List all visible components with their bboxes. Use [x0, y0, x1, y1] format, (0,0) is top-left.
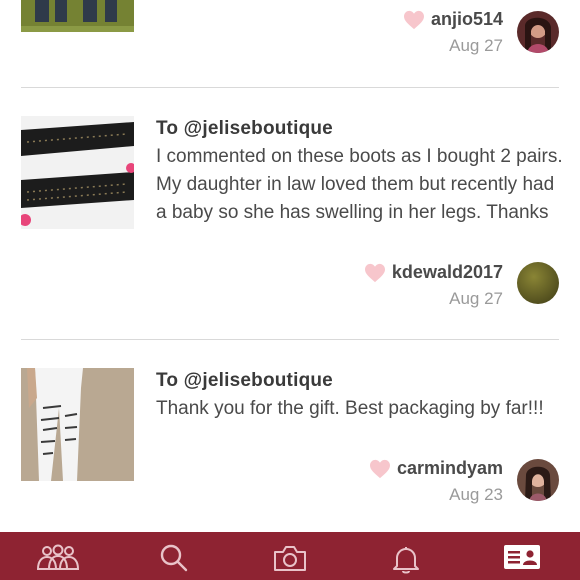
item-meta: anjio514 Aug 27 [403, 9, 503, 56]
recipient-label[interactable]: To @jeliseboutique [156, 370, 333, 392]
tab-profile[interactable] [464, 532, 580, 580]
tab-notifications[interactable] [348, 532, 464, 580]
message-text: Thank you for the gift. Best packaging b… [156, 398, 544, 419]
bell-icon [393, 547, 419, 574]
timestamp: Aug 27 [449, 289, 503, 308]
username-link[interactable]: carmindyam [397, 458, 503, 479]
community-icon [36, 544, 80, 570]
heart-icon[interactable] [403, 10, 425, 30]
heart-icon[interactable] [369, 459, 391, 479]
heart-icon[interactable] [364, 263, 386, 283]
user-avatar[interactable] [517, 262, 559, 304]
boots-thumbnail[interactable] [21, 116, 134, 229]
user-avatar[interactable] [517, 459, 559, 501]
profile-card-icon [504, 545, 540, 569]
camera-icon [274, 546, 306, 571]
tab-sell[interactable] [232, 532, 348, 580]
bottom-tab-bar [0, 532, 580, 580]
username-link[interactable]: anjio514 [431, 9, 503, 30]
item-meta: kdewald2017 Aug 27 [364, 262, 503, 309]
tab-community[interactable] [0, 532, 116, 580]
item-meta: carmindyam Aug 23 [369, 458, 503, 505]
feed: anjio514 Aug 27 To @jeliseboutique I com… [0, 0, 580, 532]
list-item[interactable]: anjio514 Aug 27 [0, 0, 580, 88]
recipient-label[interactable]: To @jeliseboutique [156, 118, 333, 140]
message-text: I commented on these boots as I bought 2… [156, 146, 563, 223]
search-icon [160, 544, 188, 572]
timestamp: Aug 23 [449, 485, 503, 504]
username-link[interactable]: kdewald2017 [392, 262, 503, 283]
list-item[interactable]: To @jeliseboutique I commented on these … [0, 88, 580, 339]
white-jeans-thumbnail[interactable] [21, 368, 134, 481]
timestamp: Aug 27 [449, 36, 503, 55]
user-avatar[interactable] [517, 11, 559, 53]
jeans-thumbnail[interactable] [21, 0, 134, 32]
list-item[interactable]: To @jeliseboutique Thank you for the gif… [0, 340, 580, 532]
tab-search[interactable] [116, 532, 232, 580]
